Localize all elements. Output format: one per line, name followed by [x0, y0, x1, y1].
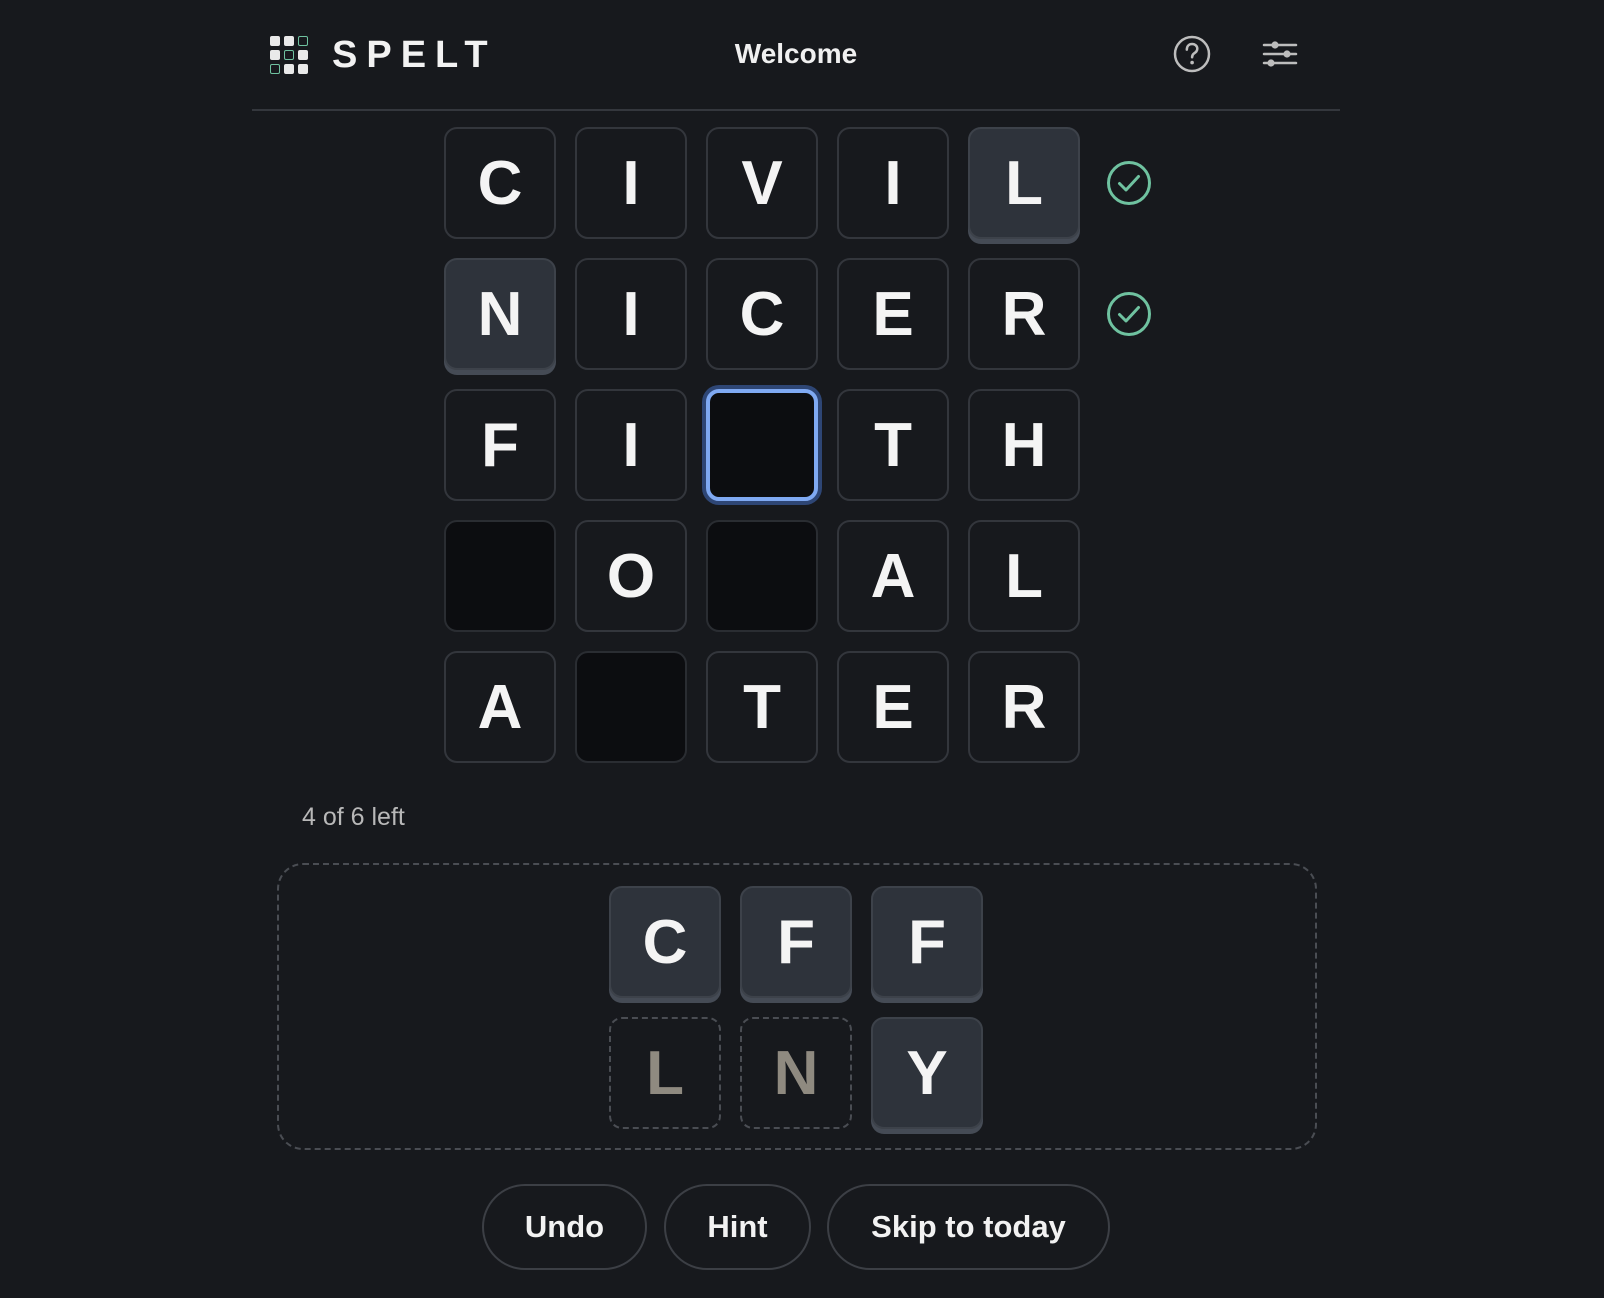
- grid-cell-r3-c5[interactable]: H: [968, 389, 1080, 501]
- grid-cell-r5-c2[interactable]: [575, 651, 687, 763]
- grid-cell-r5-c1[interactable]: A: [444, 651, 556, 763]
- grid-cell-r1-c2[interactable]: I: [575, 127, 687, 239]
- grid-cell-r4-c3[interactable]: [706, 520, 818, 632]
- letter-tray: CFFLNY: [277, 863, 1317, 1150]
- grid-cell-r1-c5[interactable]: L: [968, 127, 1080, 239]
- tray-tile[interactable]: F: [740, 886, 852, 998]
- grid-cell-r4-c5[interactable]: L: [968, 520, 1080, 632]
- tray-tile[interactable]: F: [871, 886, 983, 998]
- logo-grid-icon: [270, 35, 310, 76]
- grid-cell-r3-c4[interactable]: T: [837, 389, 949, 501]
- grid-cell-r1-c4[interactable]: I: [837, 127, 949, 239]
- tray-tile[interactable]: C: [609, 886, 721, 998]
- row-solved-check-icon: [1107, 161, 1151, 205]
- tray-tile[interactable]: Y: [871, 1017, 983, 1129]
- header: SPELT Welcome: [252, 0, 1340, 111]
- logo-text: SPELT: [332, 34, 497, 76]
- logo[interactable]: SPELT: [270, 34, 497, 77]
- skip-to-today-button[interactable]: Skip to today: [827, 1184, 1110, 1270]
- remaining-count: 4 of 6 left: [302, 803, 405, 831]
- grid-cell-r5-c4[interactable]: E: [837, 651, 949, 763]
- grid-cell-r1-c1[interactable]: C: [444, 127, 556, 239]
- undo-button[interactable]: Undo: [482, 1184, 647, 1270]
- grid-cell-r2-c2[interactable]: I: [575, 258, 687, 370]
- tray-tile-used: N: [740, 1017, 852, 1129]
- grid-cell-r3-c1[interactable]: F: [444, 389, 556, 501]
- grid-cell-r2-c1[interactable]: N: [444, 258, 556, 370]
- row-solved-check-icon: [1107, 292, 1151, 336]
- grid-cell-r4-c2[interactable]: O: [575, 520, 687, 632]
- sliders-icon: [1262, 41, 1298, 67]
- settings-button[interactable]: [1260, 34, 1300, 74]
- grid-cell-r4-c1[interactable]: [444, 520, 556, 632]
- grid-cell-r5-c3[interactable]: T: [706, 651, 818, 763]
- grid-cell-r2-c5[interactable]: R: [968, 258, 1080, 370]
- grid-cell-r1-c3[interactable]: V: [706, 127, 818, 239]
- hint-button[interactable]: Hint: [664, 1184, 811, 1270]
- help-button[interactable]: [1172, 34, 1212, 74]
- grid-cell-r2-c3[interactable]: C: [706, 258, 818, 370]
- grid-cell-r4-c4[interactable]: A: [837, 520, 949, 632]
- tray-tile-used: L: [609, 1017, 721, 1129]
- question-circle-icon: [1173, 35, 1211, 73]
- app: SPELT Welcome CIVILNICERFITHOALATER 4 of…: [0, 0, 1604, 1298]
- grid-cell-r3-c2[interactable]: I: [575, 389, 687, 501]
- grid-cell-r5-c5[interactable]: R: [968, 651, 1080, 763]
- grid-cell-r3-c3[interactable]: [706, 389, 818, 501]
- grid-cell-r2-c4[interactable]: E: [837, 258, 949, 370]
